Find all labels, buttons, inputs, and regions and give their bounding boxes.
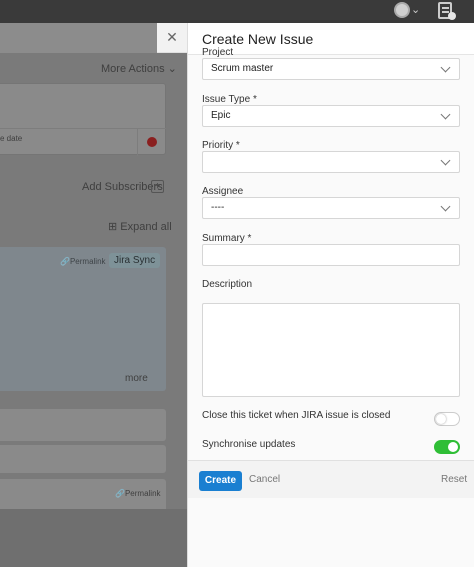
background-page: More Actions ⌄ e date Add Subscribers + … bbox=[0, 23, 187, 567]
list-item bbox=[0, 445, 166, 473]
synchronise-toggle-label: Synchronise updates bbox=[202, 439, 296, 450]
link-icon: 🔗 bbox=[115, 489, 125, 498]
project-label: Project bbox=[202, 47, 234, 58]
assignee-value: ---- bbox=[211, 202, 225, 213]
toggle-knob bbox=[436, 414, 446, 424]
project-value: Scrum master bbox=[211, 63, 274, 74]
description-textarea[interactable] bbox=[202, 303, 460, 397]
chevron-down-icon[interactable]: ⌄ bbox=[411, 3, 420, 16]
permalink-link[interactable]: 🔗Permalink bbox=[115, 489, 161, 498]
chevron-down-icon bbox=[440, 201, 451, 212]
toggle-knob bbox=[448, 442, 458, 452]
plus-icon[interactable]: + bbox=[151, 180, 164, 193]
chevron-down-icon bbox=[440, 62, 451, 73]
permalink-link[interactable]: 🔗Permalink bbox=[60, 257, 106, 266]
conversation-card bbox=[0, 247, 166, 391]
close-ticket-toggle[interactable] bbox=[434, 412, 460, 426]
summary-input[interactable] bbox=[202, 244, 460, 266]
description-label: Description bbox=[202, 279, 253, 290]
assignee-select[interactable]: ---- bbox=[202, 197, 460, 219]
summary-label: Summary * bbox=[202, 233, 252, 244]
user-avatar[interactable] bbox=[394, 2, 410, 18]
assignee-label: Assignee bbox=[202, 186, 244, 197]
synchronise-toggle[interactable] bbox=[434, 440, 460, 454]
issue-type-select[interactable]: Epic bbox=[202, 105, 460, 127]
top-bar: ⌄ bbox=[0, 0, 474, 23]
create-issue-panel: Create New Issue Project Scrum master Is… bbox=[187, 23, 474, 567]
link-icon: 🔗 bbox=[60, 257, 70, 266]
more-actions-link[interactable]: More Actions ⌄ bbox=[101, 62, 177, 75]
ticket-properties-card: e date bbox=[0, 83, 166, 156]
due-date-label: e date bbox=[0, 134, 23, 143]
list-item bbox=[0, 409, 166, 441]
chevron-down-icon bbox=[440, 155, 451, 166]
reset-button[interactable]: Reset bbox=[441, 474, 467, 485]
card-vertical-divider bbox=[137, 128, 138, 156]
priority-status-dot bbox=[147, 137, 157, 147]
issue-type-label: Issue Type * bbox=[202, 94, 257, 105]
reply-bar bbox=[0, 509, 187, 567]
panel-title: Create New Issue bbox=[202, 31, 314, 47]
panel-footer: Create Cancel Reset bbox=[188, 460, 474, 498]
project-select[interactable]: Scrum master bbox=[202, 58, 460, 80]
jira-sync-badge[interactable]: Jira Sync bbox=[109, 253, 161, 268]
more-link[interactable]: more bbox=[125, 373, 148, 384]
priority-label: Priority * bbox=[202, 140, 240, 151]
close-ticket-toggle-label: Close this ticket when JIRA issue is clo… bbox=[202, 410, 391, 421]
card-divider bbox=[0, 128, 166, 129]
expand-all-link[interactable]: ⊞ Expand all bbox=[108, 220, 172, 233]
create-button[interactable]: Create bbox=[199, 471, 242, 491]
close-panel-button[interactable]: ✕ bbox=[157, 23, 187, 53]
priority-select[interactable] bbox=[202, 151, 460, 173]
issue-type-value: Epic bbox=[211, 110, 231, 121]
notification-dot bbox=[448, 12, 456, 20]
cancel-button[interactable]: Cancel bbox=[249, 474, 280, 485]
chevron-down-icon bbox=[440, 109, 451, 120]
close-icon: ✕ bbox=[166, 29, 178, 45]
